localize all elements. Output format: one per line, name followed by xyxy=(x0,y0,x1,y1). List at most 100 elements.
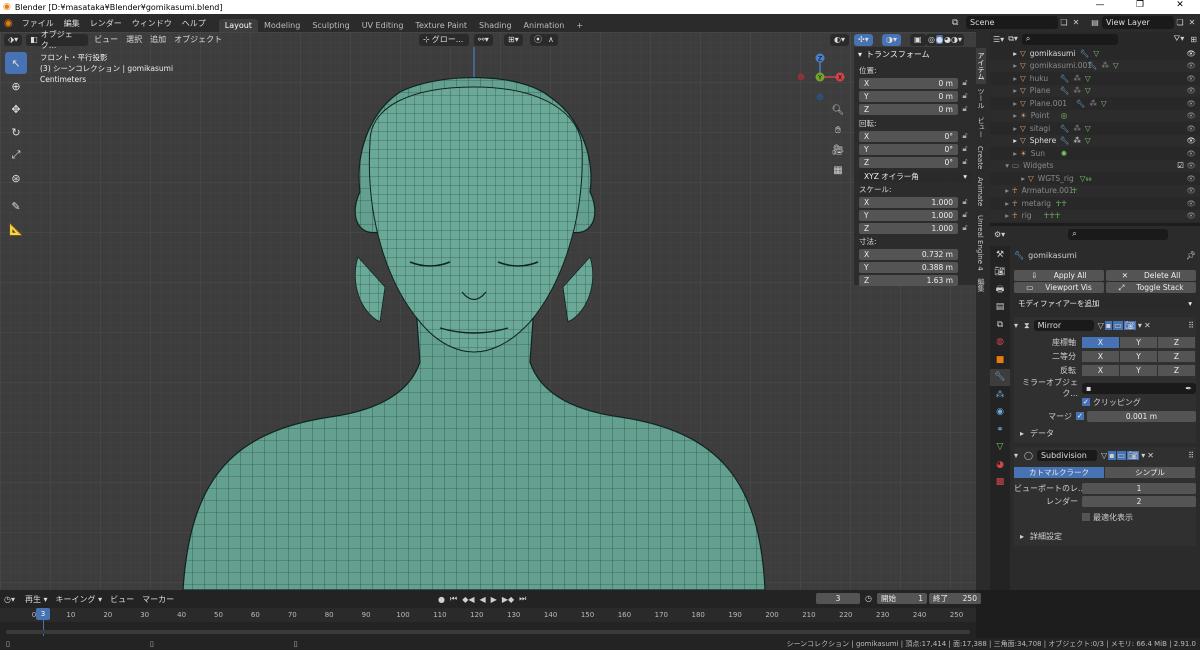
filter-icon[interactable]: ⛛▾ xyxy=(1174,34,1185,44)
tab-texture-paint[interactable]: Texture Paint xyxy=(409,19,473,32)
menu-render[interactable]: レンダー xyxy=(85,18,127,29)
move-tool-icon[interactable]: ✥ xyxy=(5,98,27,120)
collapse-arrow-icon[interactable]: ▸ xyxy=(1020,429,1024,438)
outliner-editor-icon[interactable]: ☰▾ xyxy=(993,35,1004,44)
collapse-arrow-icon[interactable]: ▾ xyxy=(858,50,862,59)
tab-sculpting[interactable]: Sculpting xyxy=(306,19,355,32)
pin-icon[interactable]: 📌︎ xyxy=(1186,251,1196,260)
bisect-z-toggle[interactable]: Z xyxy=(1158,350,1195,362)
remove-modifier-icon[interactable]: ✕ xyxy=(1144,321,1151,330)
preview-range-icon[interactable]: ◷ xyxy=(865,594,872,603)
lock-icon[interactable]: 🔓︎ xyxy=(958,197,972,207)
outliner-row[interactable]: ▸ ☀ Sun ✺ 👁︎ xyxy=(990,147,1200,160)
material-tab-icon[interactable]: ◕ xyxy=(990,456,1010,474)
properties-search-input[interactable]: ⌕ xyxy=(1068,228,1169,240)
edit-mode-icon[interactable]: ▽ xyxy=(1098,321,1104,330)
tab-item[interactable]: アイテム xyxy=(976,48,986,84)
on-cage-icon[interactable]: ▪ xyxy=(1108,451,1116,460)
merge-distance-field[interactable]: 0.001 m xyxy=(1086,410,1196,422)
eyedropper-icon[interactable]: ✒ xyxy=(1185,384,1192,393)
visibility-eye-icon[interactable]: 👁︎ xyxy=(1186,74,1196,83)
viewport-display-icon[interactable]: ▭ xyxy=(1113,321,1123,330)
outliner-row[interactable]: ▸ ☥ metarig ☥☥ 👁︎ xyxy=(990,197,1200,210)
render-icon[interactable]: 📷︎ xyxy=(1123,321,1136,330)
rotation-y-field[interactable]: Y 0° xyxy=(859,143,958,155)
axis-x-toggle[interactable]: X xyxy=(1082,336,1119,348)
mirror-object-field[interactable]: ▪ ✒ xyxy=(1082,382,1196,394)
constraints-tab-icon[interactable]: ⚭ xyxy=(990,421,1010,439)
data-tab-icon[interactable]: ▽ xyxy=(990,439,1010,457)
flip-z-toggle[interactable]: Z xyxy=(1158,364,1195,376)
menu-add[interactable]: 追加 xyxy=(146,34,170,45)
add-workspace-button[interactable]: + xyxy=(570,19,589,32)
cursor-tool-icon[interactable]: ⊕ xyxy=(5,75,27,97)
visibility-eye-icon[interactable]: 👁︎ xyxy=(1186,186,1196,195)
menu-help[interactable]: ヘルプ xyxy=(177,18,211,29)
mirror-name-field[interactable]: Mirror xyxy=(1033,320,1094,331)
physics-tab-icon[interactable]: ◉ xyxy=(990,404,1010,422)
view-layer-field[interactable]: View Layer xyxy=(1102,16,1174,29)
object-tab-icon[interactable]: ■ xyxy=(990,351,1010,369)
falloff-icon[interactable]: ∧ xyxy=(544,33,558,46)
pan-hand-icon[interactable]: ✋︎ xyxy=(830,125,846,145)
visibility-eye-icon[interactable]: 👁︎ xyxy=(1186,161,1196,170)
tab-animate[interactable]: Animate xyxy=(976,173,984,210)
clipping-checkbox[interactable]: ✓ xyxy=(1082,398,1090,406)
tab-animation[interactable]: Animation xyxy=(518,19,571,32)
rotation-x-field[interactable]: X 0° xyxy=(859,130,958,142)
advanced-subpanel[interactable]: 詳細設定 xyxy=(1030,531,1062,542)
tool-tab-icon[interactable]: ⚒ xyxy=(990,246,1010,264)
scene-field[interactable]: Scene xyxy=(966,16,1058,29)
view-layer-tab-icon[interactable]: ▤ xyxy=(990,299,1010,317)
material-shading-icon[interactable]: ◕ xyxy=(944,35,951,44)
visibility-eye-icon[interactable]: 👁︎ xyxy=(1186,61,1196,70)
tab-shading[interactable]: Shading xyxy=(473,19,518,32)
xray-icon[interactable]: ▣ xyxy=(910,33,926,46)
drag-handle-icon[interactable]: ⠿ xyxy=(1188,451,1194,460)
scale-x-field[interactable]: X 1.000 xyxy=(859,196,958,208)
visibility-eye-icon[interactable]: 👁︎ xyxy=(1186,124,1196,133)
axis-y-toggle[interactable]: Y xyxy=(1120,336,1157,348)
add-modifier-dropdown[interactable]: モディファイアーを追加 ▾ xyxy=(1014,297,1196,309)
tab-tool[interactable]: ツール xyxy=(976,84,986,113)
menu-object[interactable]: オブジェクト xyxy=(170,34,226,45)
rotate-tool-icon[interactable]: ↻ xyxy=(5,121,27,143)
frame-ruler[interactable]: 0 10 20 30 40 50 60 70 80 90 100 110 120 130 140 150 160… xyxy=(0,608,976,622)
outliner-row[interactable]: ▾ ▭ Widgets ☑ 👁︎ xyxy=(990,159,1200,172)
editor-type-icon[interactable]: ⬗▾ xyxy=(4,33,23,46)
tab-uv-editing[interactable]: UV Editing xyxy=(356,19,410,32)
frame-start-field[interactable]: 開始 1 xyxy=(876,593,927,604)
location-x-field[interactable]: X0 m xyxy=(859,77,958,89)
scale-tool-icon[interactable]: ⤢ xyxy=(5,144,27,166)
menu-keying[interactable]: キーイング ▾ xyxy=(52,594,107,605)
menu-window[interactable]: ウィンドウ xyxy=(127,18,177,29)
outliner-row[interactable]: ▸ ☥ Armature.001 ☥ 👁︎ xyxy=(990,184,1200,197)
camera-view-icon[interactable]: 🎥︎ xyxy=(830,145,846,165)
subdivision-name-field[interactable]: Subdivision xyxy=(1036,450,1097,461)
tab-unreal-engine[interactable]: Unreal Engine 4 xyxy=(976,211,984,275)
visibility-eye-icon[interactable]: 👁︎ xyxy=(1186,86,1196,95)
render-levels-field[interactable]: 2 xyxy=(1082,495,1196,507)
outliner-row[interactable]: ▸ ▽ Sphere 🔧︎ ⁂ ▽ 👁︎ xyxy=(990,134,1200,147)
select-tool-icon[interactable]: ↖ xyxy=(5,52,27,74)
tab-edit[interactable]: 編集 xyxy=(976,274,986,296)
ortho-grid-icon[interactable]: ▦ xyxy=(830,165,846,185)
rendered-shading-icon[interactable]: ◑ xyxy=(951,35,958,44)
delete-all-button[interactable]: ✕ Delete All xyxy=(1106,270,1196,281)
close-button[interactable]: ✕ xyxy=(1160,0,1200,10)
on-cage-icon[interactable]: ▪ xyxy=(1104,321,1113,330)
checkbox-icon[interactable]: ☑ xyxy=(1177,161,1184,170)
flip-x-toggle[interactable]: X xyxy=(1082,364,1119,376)
merge-checkbox[interactable]: ✓ xyxy=(1076,412,1084,420)
visibility-eye-icon[interactable]: 👁︎ xyxy=(1186,199,1196,208)
mode-selector[interactable]: ◧ オブジェク... xyxy=(26,30,89,50)
dropdown-icon[interactable]: ▾ xyxy=(1138,321,1142,330)
menu-timeline-view[interactable]: ビュー xyxy=(106,594,138,605)
blender-menu-icon[interactable]: ◉ xyxy=(0,18,17,29)
scene-icon[interactable]: ⧉ xyxy=(952,18,966,28)
jump-start-icon[interactable]: ⏮ xyxy=(450,594,457,604)
outliner-row[interactable]: ▸ ▽ Plane.001 🔧︎ ⁂ ▽ 👁︎ xyxy=(990,97,1200,110)
current-frame-field[interactable]: 3 xyxy=(816,593,860,604)
lock-icon[interactable]: 🔓︎ xyxy=(958,91,972,101)
lock-icon[interactable]: 🔓︎ xyxy=(958,210,972,220)
